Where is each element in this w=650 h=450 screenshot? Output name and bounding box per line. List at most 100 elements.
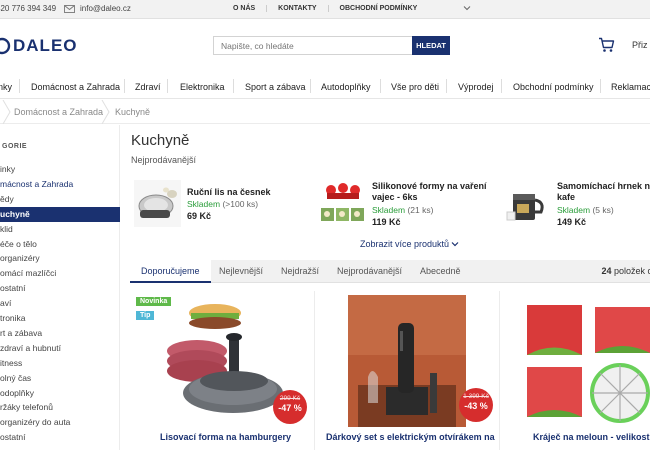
chevron-down-icon [451,242,459,247]
nav-item[interactable]: Reklamace [611,82,650,92]
sidebar-item[interactable]: rt a zábava [0,326,120,341]
sidebar-item[interactable]: mácnost a Zahrada [0,177,120,192]
sidebar-item[interactable]: omácí mazlíčci [0,266,120,281]
stock-status: Skladem (5 ks) [557,205,614,215]
badge-tip: Tip [136,311,155,320]
old-price: 299 Kč [279,395,301,402]
nav-separator [380,79,381,93]
nav-item[interactable]: Domácnost a Zahrada [31,82,120,92]
email-text: info@daleo.cz [80,4,131,13]
nav-item[interactable]: Zdraví [135,82,161,92]
nav-separator [19,79,20,93]
logo-mark-icon [0,37,11,55]
nav-separator [501,79,502,93]
sidebar-item[interactable]: inky [0,162,120,177]
sidebar-item[interactable]: organizéry [0,251,120,266]
sidebar-item[interactable]: organizéry do auta [0,415,120,430]
envelope-icon [64,4,75,13]
top-link-contacts[interactable]: KONTAKTY [266,5,327,12]
egg-molds-image [319,180,366,227]
sidebar-item[interactable]: éče o tělo [0,237,120,252]
breadcrumb-chevron-icon [101,100,110,124]
stock-label: Skladem [557,205,591,215]
email-link[interactable]: info@daleo.cz [64,4,131,13]
show-more-label: Zobrazit více produktů [360,239,450,249]
wine-opener-set-image [348,295,466,427]
discount-badge: 1 399 Kč -43 % [459,388,493,422]
breadcrumb: Domácnost a Zahrada Kuchyně [0,100,650,124]
bestseller-item[interactable]: Samomíchací hrnek na kafe Skladem (5 ks)… [505,180,650,230]
bestseller-price: 149 Kč [557,217,587,227]
sidebar-item[interactable]: zdraví a hubnutí [0,341,120,356]
nav-separator [310,79,311,93]
chevron-down-icon[interactable] [463,4,471,12]
sidebar-item[interactable]: tronika [0,311,120,326]
tab-recommended[interactable]: Doporučujeme [130,260,211,283]
top-link-terms[interactable]: OBCHODNÍ PODMÍNKY [327,5,429,12]
stock-status: Skladem (>100 ks) [187,199,258,209]
nav-separator [233,79,234,93]
product-title[interactable]: Dárkový set s elektrickým otvírákem na [326,432,495,442]
product-card[interactable]: Novinka Tip 299 Kč -47 % Lisovací forma … [130,291,315,450]
bestseller-name[interactable]: Ruční lis na česnek [187,187,271,198]
logo[interactable]: DALEO [0,36,78,56]
nav-item[interactable]: Elektronika [180,82,225,92]
sort-tabs: Doporučujeme Nejlevnější Nejdražší Nejpr… [130,260,650,283]
logo-text: DALEO [13,36,78,55]
item-count: 24 položek c [601,266,650,276]
nav-item[interactable]: Vše pro děti [391,82,439,92]
bestseller-price: 119 Kč [372,217,401,227]
bestseller-name[interactable]: Silikonové formy na vaření vajec - 6ks [372,181,497,203]
sidebar-item[interactable]: itness [0,356,120,371]
sidebar-item[interactable]: uchyně [0,206,120,222]
nav-separator [167,79,168,93]
sidebar-item[interactable]: odoplňky [0,386,120,401]
page-title: Kuchyně [131,132,190,149]
nav-item[interactable]: nky [0,82,12,92]
search-input[interactable] [213,36,412,55]
old-price: 1 399 Kč [463,393,489,400]
stock-status: Skladem (21 ks) [372,205,433,215]
bestsellers-heading: Nejprodávanější [131,155,197,165]
breadcrumb-item[interactable]: Domácnost a Zahrada [14,107,103,117]
cart-icon[interactable] [598,37,615,53]
nav-item[interactable]: Výprodej [458,82,494,92]
nav-separator [124,79,125,93]
show-more-link[interactable]: Zobrazit více produktů [360,239,459,249]
nav-separator [600,79,601,93]
breadcrumb-item-current: Kuchyně [115,107,151,117]
tab-most-expensive[interactable]: Nejdražší [270,260,330,283]
sidebar-item[interactable]: klid [0,222,120,237]
nav-item[interactable]: Obchodní podmínky [513,82,594,92]
search-button[interactable]: HLEDAT [412,36,450,55]
stock-quantity: (21 ks) [407,205,434,215]
tab-alphabetical[interactable]: Abecedně [409,260,472,283]
bestseller-item[interactable]: Silikonové formy na vaření vajec - 6ks S… [319,180,494,230]
product-title[interactable]: Kráječ na meloun - velikost L [533,432,650,442]
tab-bestselling[interactable]: Nejprodávanější [326,260,413,283]
product-card[interactable]: Kráječ na meloun - velikost L [500,291,650,450]
nav-item[interactable]: Autodoplňky [321,82,371,92]
nav-separator [446,79,447,93]
sidebar-item[interactable]: ostatní [0,281,120,296]
discount-percent: -47 % [278,403,302,413]
bestseller-name[interactable]: Samomíchací hrnek na kafe [557,181,650,203]
hamburger-press-image [155,295,287,427]
product-title[interactable]: Lisovací forma na hamburgery [160,432,291,442]
sidebar-item[interactable]: ostatní [0,430,120,445]
cart-label[interactable]: Přiz [632,40,648,50]
tab-cheapest[interactable]: Nejlevnější [208,260,274,283]
self-stirring-mug-image [505,180,552,227]
sidebar-item[interactable]: ržáky telefonů [0,400,120,415]
discount-badge: 299 Kč -47 % [273,390,307,424]
sidebar-item[interactable]: aví [0,296,120,311]
stock-quantity: (>100 ks) [222,199,259,209]
nav-item[interactable]: Sport a zábava [245,82,306,92]
product-card[interactable]: 1 399 Kč -43 % Dárkový set s elektrickým… [315,291,500,450]
stock-label: Skladem [372,205,406,215]
bestseller-item[interactable]: Ruční lis na česnek Skladem (>100 ks) 69… [134,180,314,230]
top-link-about[interactable]: O NÁS [233,5,266,12]
phone-number[interactable]: 420 776 394 349 [0,4,56,13]
sidebar-item[interactable]: ědy [0,192,120,207]
sidebar-item[interactable]: olný čas [0,371,120,386]
